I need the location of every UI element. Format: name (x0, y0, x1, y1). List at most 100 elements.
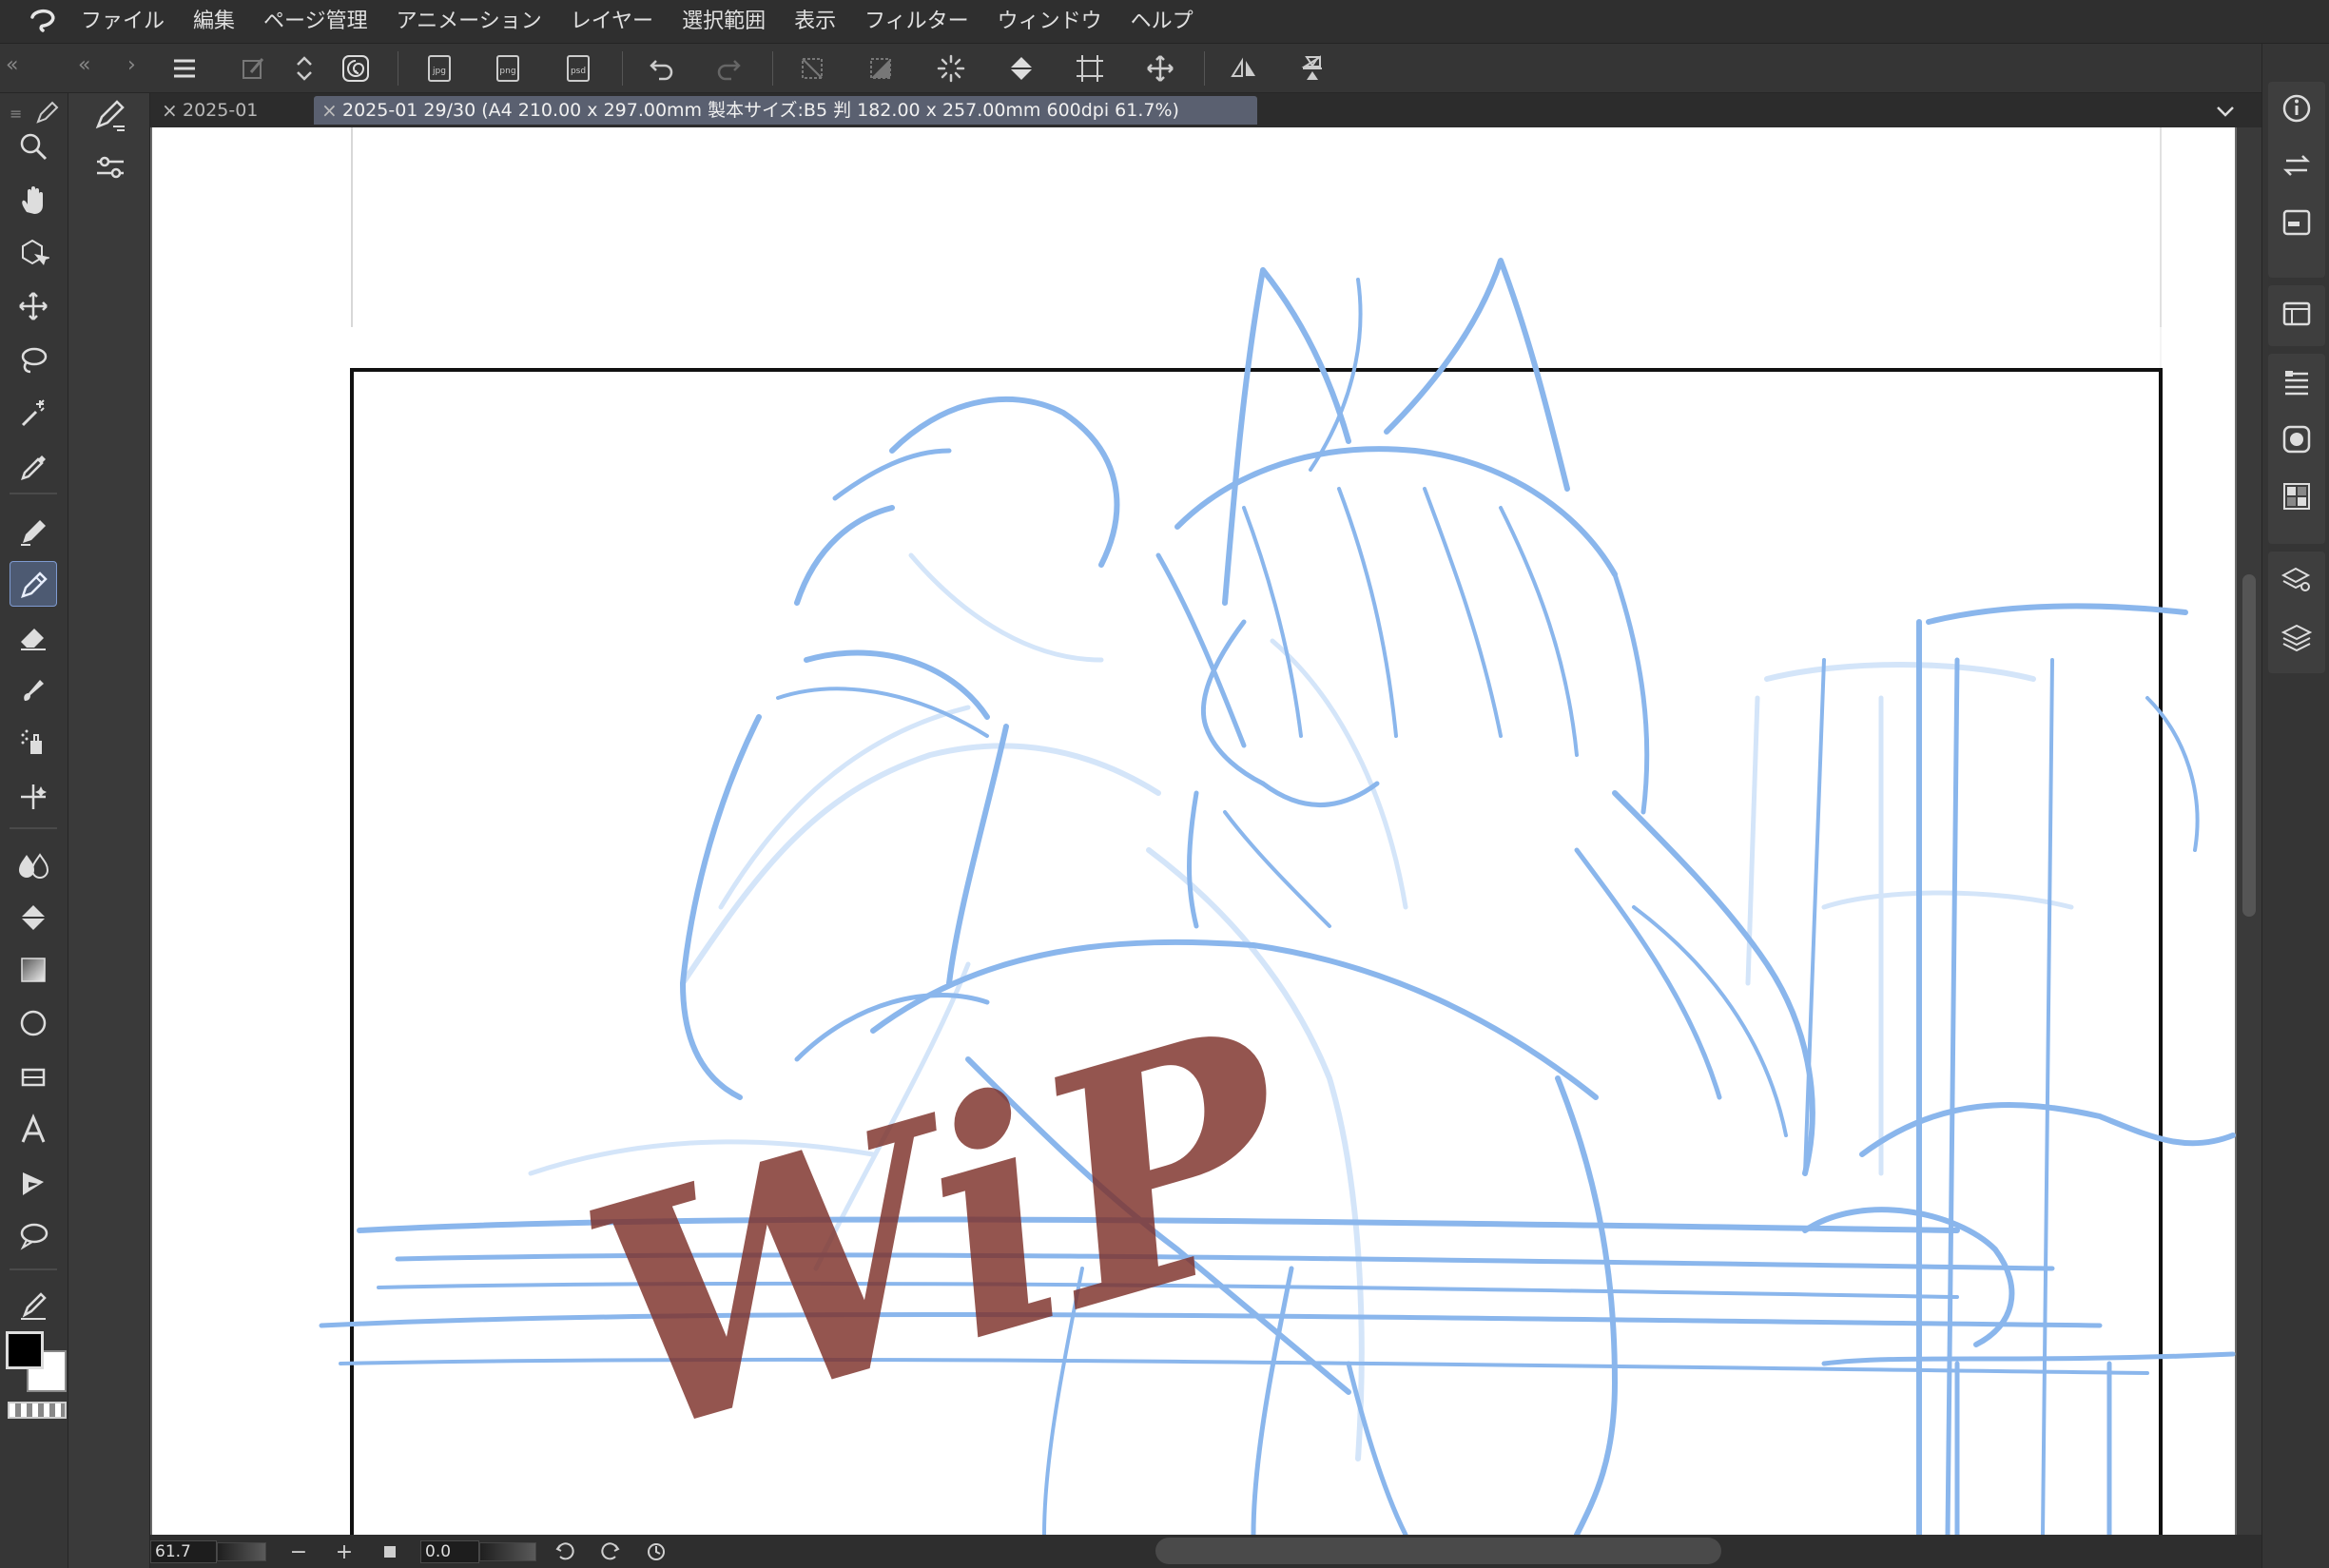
menu-filter[interactable]: フィルター (850, 0, 983, 44)
tab-document-1[interactable]: × 2025-01 (154, 96, 316, 125)
canvas-area[interactable]: WiP (150, 127, 2237, 1535)
tab-document-2[interactable]: × 2025-01 29/30 (A4 210.00 x 297.00mm 製本… (314, 96, 1257, 125)
rotate-right-icon[interactable] (597, 1539, 624, 1565)
navigator-icon[interactable] (2276, 145, 2318, 186)
frame-tool-icon[interactable] (10, 1054, 57, 1099)
magic-wand-tool-icon[interactable] (10, 390, 57, 436)
drawing-canvas[interactable]: WiP (150, 127, 2237, 1535)
pen-small-icon (36, 101, 59, 124)
eraser-tool-icon[interactable] (10, 614, 57, 660)
move-icon[interactable] (1139, 49, 1181, 87)
tool-divider (10, 827, 57, 829)
subtool-palette (68, 93, 150, 1568)
right-panel-dock (2261, 44, 2329, 1568)
rotation-field[interactable]: 0.0 (420, 1540, 479, 1563)
vertical-scrollbar-thumb[interactable] (2242, 574, 2256, 917)
rotation-slider[interactable] (479, 1542, 536, 1561)
collapse-subtool-icon[interactable]: « (78, 53, 90, 77)
pen-tool-icon[interactable] (10, 508, 57, 553)
balloon-tool-icon[interactable] (10, 1160, 57, 1206)
menu-bar: ファイル 編集 ページ管理 アニメーション レイヤー 選択範囲 表示 フィルター… (0, 0, 2329, 44)
toolbar-divider (772, 51, 773, 86)
subtool-pencil-icon[interactable] (89, 95, 131, 137)
tool-divider (10, 1268, 57, 1270)
expand-subtool-icon[interactable]: › (127, 53, 136, 77)
gradient-tool-icon[interactable] (10, 947, 57, 993)
export-png-icon[interactable]: png (487, 49, 529, 87)
tab-label: 2025-01 29/30 (A4 210.00 x 297.00mm 製本サイ… (342, 100, 1179, 121)
vertical-scrollbar[interactable] (2237, 127, 2261, 1535)
menu-file[interactable]: ファイル (67, 0, 179, 44)
palette-menu-icon[interactable]: ≡ (10, 105, 22, 123)
menu-icon[interactable] (164, 49, 205, 87)
spiral-icon[interactable] (335, 49, 377, 87)
tab-close-icon[interactable]: × (321, 96, 338, 125)
object-tool-icon[interactable] (10, 230, 57, 276)
color-set-icon[interactable] (2276, 475, 2318, 517)
main-color-swatch[interactable] (6, 1331, 44, 1369)
export-psd-icon[interactable]: psd (557, 49, 599, 87)
clear-icon[interactable] (232, 49, 274, 87)
properties-icon[interactable] (2276, 202, 2318, 243)
horizontal-scrollbar-thumb[interactable] (1155, 1538, 1721, 1564)
fill-icon[interactable] (1000, 49, 1042, 87)
reset-rotation-icon[interactable] (643, 1539, 670, 1565)
zoom-tool-icon[interactable] (10, 124, 57, 169)
airbrush-tool-icon[interactable] (10, 721, 57, 766)
undo-icon[interactable] (641, 49, 683, 87)
speech-bubble-tool-icon[interactable] (10, 1213, 57, 1259)
ellipse-tool-icon[interactable] (10, 1000, 57, 1046)
app-logo-icon[interactable] (19, 0, 67, 44)
hand-tool-icon[interactable] (10, 177, 57, 223)
menu-view[interactable]: 表示 (780, 0, 850, 44)
info-icon[interactable] (2276, 87, 2318, 129)
loading-icon[interactable] (930, 49, 972, 87)
stepper-icon[interactable] (283, 49, 325, 87)
tool-settings-icon[interactable] (89, 146, 131, 188)
deselect-icon[interactable] (791, 49, 833, 87)
rotate-left-icon[interactable] (552, 1539, 578, 1565)
menu-edit[interactable]: 編集 (179, 0, 249, 44)
menu-layer[interactable]: レイヤー (556, 0, 668, 44)
transparent-color-swatch[interactable] (8, 1402, 67, 1419)
collapse-left-icon[interactable]: « (6, 53, 18, 77)
menu-help[interactable]: ヘルプ (1116, 0, 1208, 44)
menu-selection[interactable]: 選択範囲 (668, 0, 780, 44)
menu-window[interactable]: ウィンドウ (983, 0, 1116, 44)
eyedropper-tool-icon[interactable] (10, 443, 57, 489)
tab-list-dropdown-icon[interactable] (2212, 98, 2239, 128)
fill-tool-icon[interactable] (10, 894, 57, 939)
pencil-tool-icon[interactable] (10, 561, 57, 607)
decoration-tool-icon[interactable] (10, 774, 57, 820)
layer-search-icon[interactable] (2276, 559, 2318, 601)
lasso-tool-icon[interactable] (10, 337, 57, 382)
material-icon[interactable] (2276, 293, 2318, 335)
flip-horizontal-icon[interactable] (1223, 49, 1265, 87)
brush-tool-icon[interactable] (10, 668, 57, 713)
redo-icon[interactable] (708, 49, 749, 87)
export-jpg-icon[interactable]: jpg (418, 49, 460, 87)
tool-divider (10, 493, 57, 494)
color-wheel-icon[interactable] (2276, 418, 2318, 460)
toolbar-divider (1204, 51, 1205, 86)
zoom-in-button[interactable]: + (331, 1539, 358, 1565)
layers-icon[interactable] (2276, 616, 2318, 658)
menu-animation[interactable]: アニメーション (382, 0, 556, 44)
transform-icon[interactable] (1069, 49, 1111, 87)
export-psd-label: psd (571, 67, 586, 76)
text-tool-icon[interactable] (10, 1107, 57, 1152)
tab-label: 2025-01 (183, 100, 259, 121)
layer-property-icon[interactable] (2276, 361, 2318, 403)
zoom-slider[interactable] (217, 1542, 266, 1561)
menu-page[interactable]: ページ管理 (249, 0, 382, 44)
ruler-pen-tool-icon[interactable] (10, 1282, 57, 1327)
tab-close-icon[interactable]: × (162, 96, 178, 125)
move-tool-icon[interactable] (10, 283, 57, 329)
zoom-field[interactable]: 61.7 (150, 1540, 217, 1563)
fill-selection-icon[interactable] (860, 49, 902, 87)
blend-tool-icon[interactable] (10, 841, 57, 886)
fit-screen-button[interactable] (377, 1539, 403, 1565)
toolbar-divider (622, 51, 623, 86)
zoom-out-button[interactable]: − (285, 1539, 312, 1565)
flip-vertical-icon[interactable] (1291, 49, 1333, 87)
